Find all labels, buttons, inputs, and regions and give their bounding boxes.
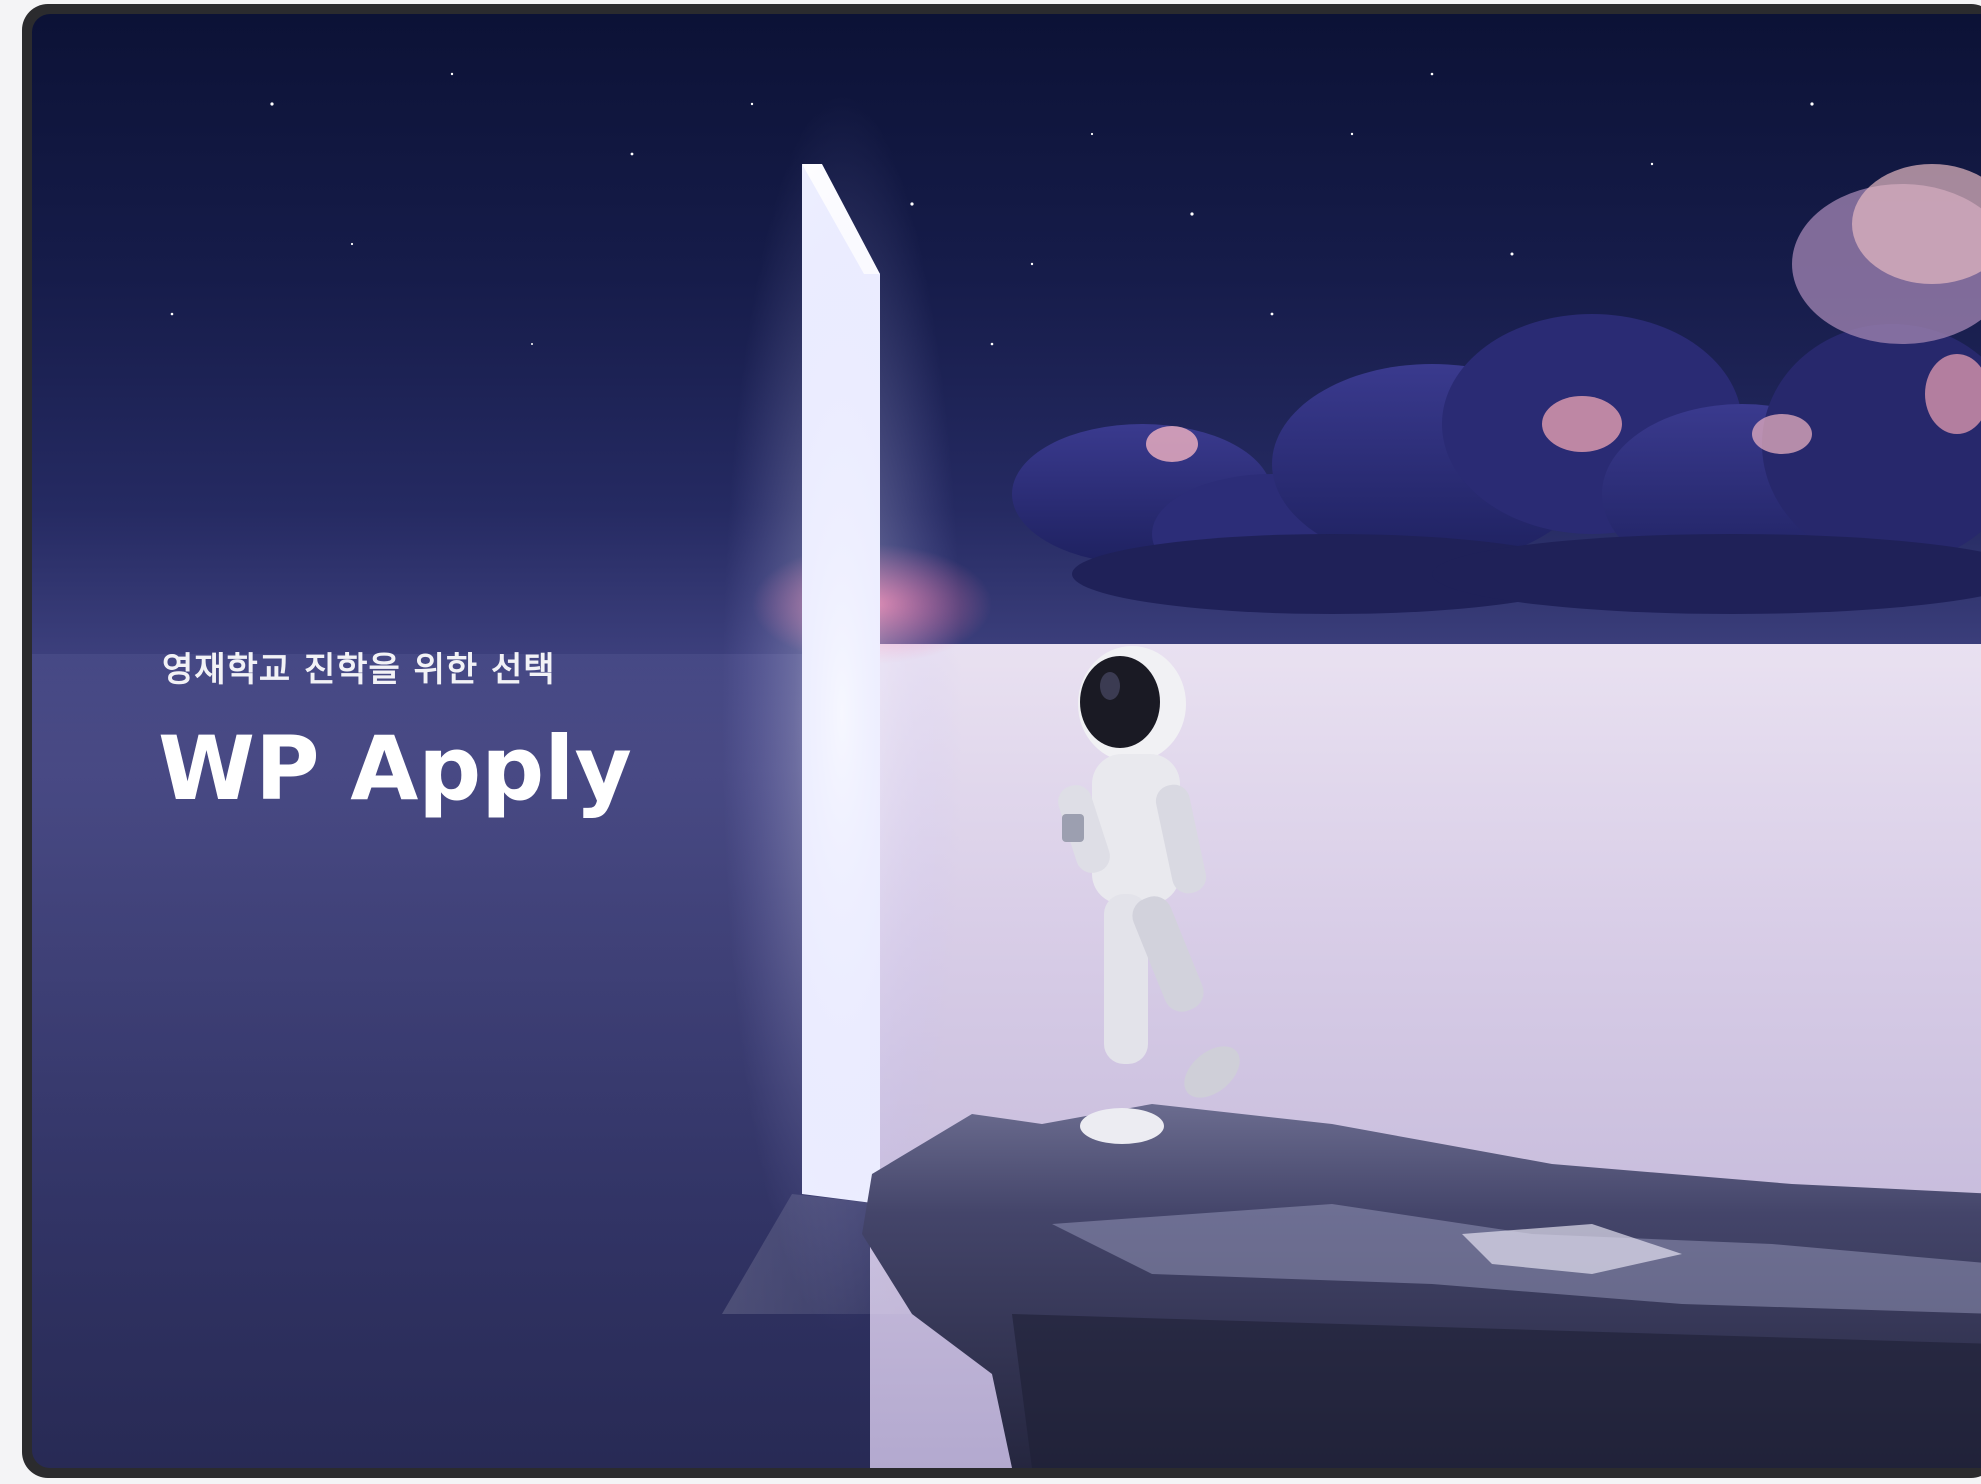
hero-headline: 영재학교 진학을 위한 선택 WP Apply	[158, 642, 632, 820]
hero-tagline: 영재학교 진학을 위한 선택	[162, 650, 556, 690]
hero-frame: 영재학교 진학을 위한 선택 WP Apply	[22, 4, 1981, 1478]
clouds	[1012, 164, 1981, 614]
stars	[170, 72, 1814, 346]
hero-title: WP Apply	[158, 717, 632, 820]
hero-banner: 영재학교 진학을 위한 선택 WP Apply	[32, 14, 1981, 1468]
